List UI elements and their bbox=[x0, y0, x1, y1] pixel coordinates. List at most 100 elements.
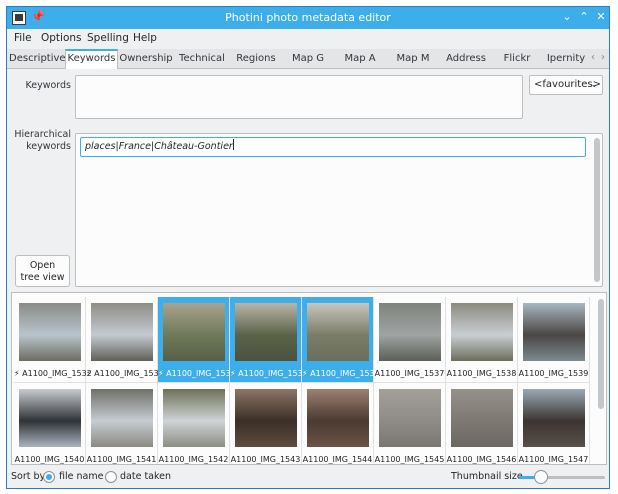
thumbnail-picture bbox=[523, 303, 585, 361]
hierarchical-keywords-label: Hierarchical keywords bbox=[11, 129, 71, 153]
thumbnail-image bbox=[19, 303, 81, 361]
thumbnail-image bbox=[451, 303, 513, 361]
maximize-button[interactable]: ⌃ bbox=[576, 9, 592, 25]
tab-ownership[interactable]: Ownership bbox=[118, 49, 174, 69]
menu-file[interactable]: File bbox=[14, 32, 32, 44]
thumbnail-item[interactable]: ⚡ A1100_IMG_1533 bbox=[86, 297, 164, 383]
tab-keywords[interactable]: Keywords bbox=[65, 49, 118, 70]
keywords-panel: Keywords <favourites> ⌄ Hierarchical key… bbox=[7, 69, 609, 291]
hierarchical-label-line2: keywords bbox=[26, 141, 71, 152]
minimize-button[interactable]: ⌄ bbox=[559, 9, 575, 25]
thumbnail-image bbox=[91, 303, 153, 361]
thumbnail-label: A1100_IMG_1537 bbox=[374, 369, 445, 378]
menu-options[interactable]: Options bbox=[41, 32, 82, 44]
tab-map-a[interactable]: Map A bbox=[334, 49, 386, 69]
tab-scroll-right-icon[interactable]: › bbox=[601, 52, 605, 63]
thumbnail-item[interactable]: A1100_IMG_1547 bbox=[518, 383, 590, 464]
tab-bar: Descriptive Keywords Ownership Technical… bbox=[7, 49, 609, 70]
thumbnail-label: A1100_IMG_1545 bbox=[374, 455, 445, 464]
thumbnail-picture bbox=[91, 303, 153, 361]
thumbnail-label: A1100_IMG_1539 bbox=[518, 369, 589, 378]
thumbnail-scrollbar[interactable] bbox=[598, 299, 604, 409]
thumbnail-image bbox=[235, 389, 297, 447]
close-button[interactable]: ✕ bbox=[593, 9, 609, 25]
keywords-label: Keywords bbox=[25, 80, 71, 91]
thumbnail-label: ⚡ A1100_IMG_1536 bbox=[302, 369, 380, 378]
thumbnail-image bbox=[163, 303, 225, 361]
thumbnail-size-slider-handle[interactable] bbox=[533, 470, 548, 484]
thumbnail-label: A1100_IMG_1542 bbox=[158, 455, 229, 464]
thumbnail-picture bbox=[379, 303, 441, 361]
thumbnail-label: A1100_IMG_1538 bbox=[446, 369, 517, 378]
tab-regions[interactable]: Regions bbox=[230, 49, 282, 69]
thumbnail-item[interactable]: ⚡ A1100_IMG_1532 bbox=[14, 297, 92, 383]
tab-scroll-left-icon[interactable]: ‹ bbox=[591, 52, 595, 63]
thumbnail-label: A1100_IMG_1544 bbox=[302, 455, 373, 464]
thumbnail-item[interactable]: ⚡ A1100_IMG_1534 bbox=[158, 297, 236, 383]
thumbnail-image bbox=[523, 389, 585, 447]
thumbnail-picture bbox=[163, 303, 225, 361]
thumbnail-picture bbox=[307, 303, 369, 361]
sort-date-taken-label[interactable]: date taken bbox=[120, 471, 171, 482]
thumbnail-item[interactable]: A1100_IMG_1537 bbox=[374, 297, 446, 383]
thumbnail-item[interactable]: A1100_IMG_1542 bbox=[158, 383, 230, 464]
thumbnail-item[interactable]: A1100_IMG_1539 bbox=[518, 297, 590, 383]
thumbnail-item[interactable]: A1100_IMG_1544 bbox=[302, 383, 374, 464]
thumbnail-image bbox=[523, 303, 585, 361]
sort-date-taken-radio[interactable] bbox=[105, 471, 117, 483]
hierarchical-scrollbar[interactable] bbox=[594, 138, 600, 282]
thumbnail-image bbox=[307, 389, 369, 447]
status-bar: Sort by file name date taken Thumbnail s… bbox=[7, 466, 609, 488]
thumbnail-item[interactable]: A1100_IMG_1541 bbox=[86, 383, 158, 464]
title-bar[interactable]: 📌 Photini photo metadata editor ⌄ ⌃ ✕ bbox=[7, 7, 609, 29]
thumbnail-image bbox=[19, 389, 81, 447]
chevron-down-icon: ⌄ bbox=[590, 80, 598, 90]
thumbnail-image bbox=[379, 389, 441, 447]
sort-file-name-radio[interactable] bbox=[43, 471, 55, 483]
tab-technical[interactable]: Technical bbox=[174, 49, 230, 69]
thumbnail-label: ⚡ A1100_IMG_1535 bbox=[230, 369, 308, 378]
thumbnail-image bbox=[451, 389, 513, 447]
menu-help[interactable]: Help bbox=[133, 32, 157, 44]
keywords-input[interactable] bbox=[75, 75, 523, 119]
tab-address[interactable]: Address bbox=[440, 49, 492, 69]
menu-bar: File Options Spelling Help bbox=[7, 29, 609, 49]
thumbnail-picture bbox=[19, 303, 81, 361]
thumbnail-item[interactable]: A1100_IMG_1538 bbox=[446, 297, 518, 383]
favourites-dropdown[interactable]: <favourites> ⌄ bbox=[529, 75, 603, 95]
thumbnail-image bbox=[91, 389, 153, 447]
thumbnail-picture bbox=[523, 389, 585, 447]
text-cursor bbox=[232, 139, 234, 150]
thumbnail-label: A1100_IMG_1547 bbox=[518, 455, 589, 464]
thumbnail-picture bbox=[235, 389, 297, 447]
open-tree-view-button[interactable]: Open tree view bbox=[15, 255, 70, 287]
sort-file-name-label[interactable]: file name bbox=[59, 471, 103, 482]
thumbnail-grid[interactable]: ⚡ A1100_IMG_1532 ⚡ A1100_IMG_1533 ⚡ A1100_… bbox=[11, 292, 607, 465]
hierarchical-keyword-input[interactable]: places|France|Château-Gontier bbox=[80, 137, 586, 157]
thumbnail-item[interactable]: ⚡ A1100_IMG_1535 bbox=[230, 297, 308, 383]
thumbnail-item[interactable]: A1100_IMG_1543 bbox=[230, 383, 302, 464]
thumbnail-item[interactable]: A1100_IMG_1546 bbox=[446, 383, 518, 464]
tab-flickr[interactable]: Flickr bbox=[492, 49, 542, 69]
open-tree-view-line2: tree view bbox=[20, 272, 65, 283]
thumbnail-picture bbox=[91, 389, 153, 447]
thumbnail-picture bbox=[307, 389, 369, 447]
thumbnail-item[interactable]: A1100_IMG_1540 bbox=[14, 383, 86, 464]
tab-map-g[interactable]: Map G bbox=[282, 49, 334, 69]
tab-descriptive[interactable]: Descriptive bbox=[9, 49, 66, 69]
thumbnail-image bbox=[235, 303, 297, 361]
thumbnail-item[interactable]: ⚡ A1100_IMG_1536 bbox=[302, 297, 380, 383]
thumbnail-label: ⚡ A1100_IMG_1534 bbox=[158, 369, 236, 378]
tab-map-m[interactable]: Map M bbox=[386, 49, 440, 69]
thumbnail-picture bbox=[235, 303, 297, 361]
thumbnail-picture bbox=[163, 389, 225, 447]
thumbnail-item[interactable]: A1100_IMG_1545 bbox=[374, 383, 446, 464]
menu-spelling[interactable]: Spelling bbox=[87, 32, 129, 44]
thumbnail-label: A1100_IMG_1540 bbox=[14, 455, 85, 464]
thumbnail-label: A1100_IMG_1543 bbox=[230, 455, 301, 464]
thumbnail-picture bbox=[379, 389, 441, 447]
thumbnail-image bbox=[379, 303, 441, 361]
thumbnail-label: ⚡ A1100_IMG_1533 bbox=[86, 369, 164, 378]
tab-ipernity[interactable]: Ipernity bbox=[542, 49, 590, 69]
hierarchical-keywords-area[interactable]: places|France|Château-Gontier bbox=[75, 133, 603, 287]
